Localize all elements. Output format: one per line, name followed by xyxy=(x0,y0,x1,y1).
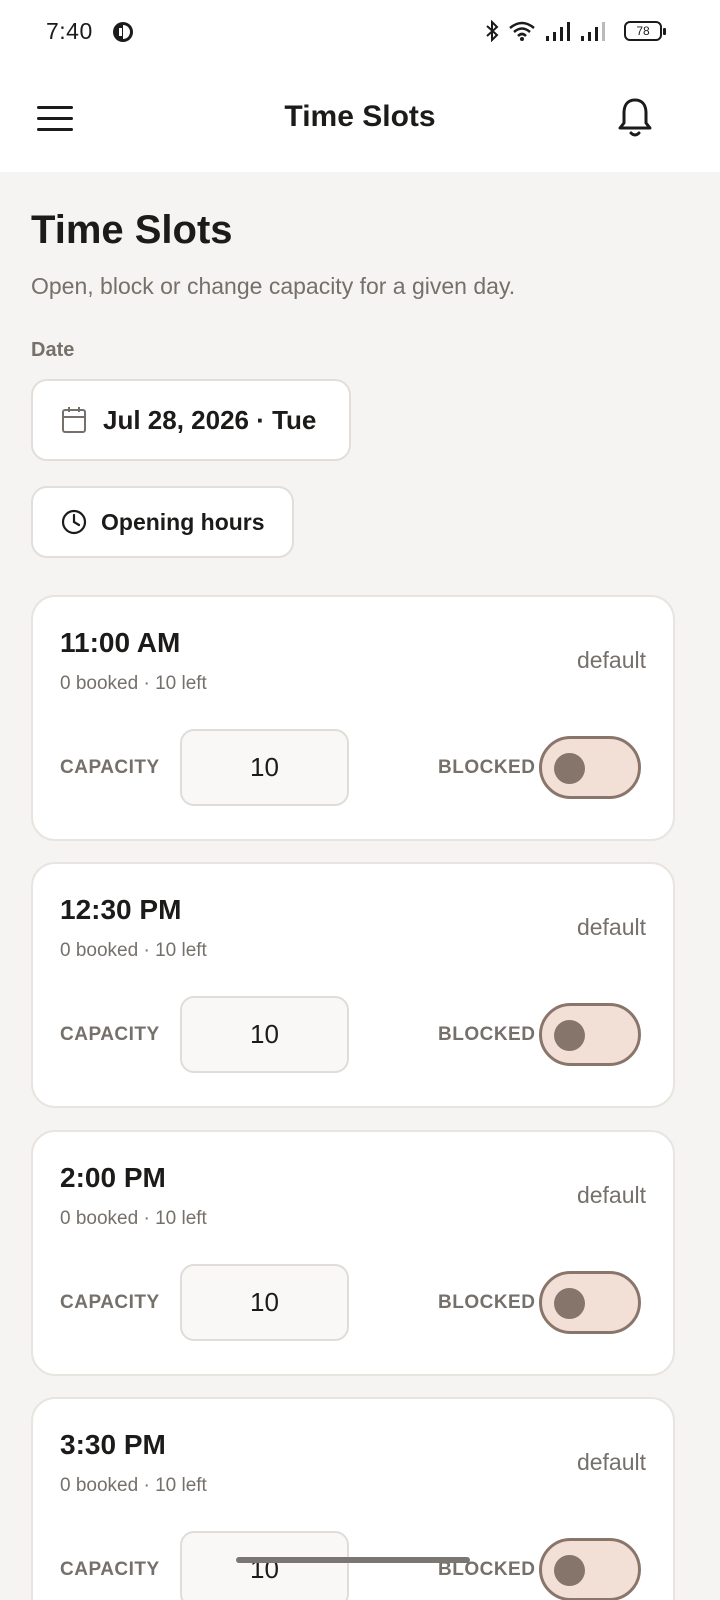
toggle-knob xyxy=(554,1020,585,1051)
slot-time: 11:00 AM xyxy=(60,627,181,658)
blocked-toggle[interactable] xyxy=(539,1271,641,1334)
opening-hours-button[interactable]: Opening hours xyxy=(31,486,294,558)
slot-booking-summary: 0 booked · 10 left xyxy=(60,1208,207,1229)
blocked-toggle[interactable] xyxy=(539,736,641,799)
slot-card: 3:30 PM 0 booked · 10 left default CAPAC… xyxy=(31,1397,675,1600)
date-label: Date xyxy=(31,339,75,361)
blocked-toggle[interactable] xyxy=(539,1003,641,1066)
slot-booking-summary: 0 booked · 10 left xyxy=(60,940,207,961)
slot-booking-summary: 0 booked · 10 left xyxy=(60,1475,207,1496)
capacity-input[interactable]: 10 xyxy=(180,996,349,1073)
slot-card: 12:30 PM 0 booked · 10 left default CAPA… xyxy=(31,862,675,1108)
capacity-input[interactable]: 10 xyxy=(180,729,349,806)
wifi-icon xyxy=(509,21,535,41)
slot-state: default xyxy=(576,647,646,673)
capacity-input[interactable]: 10 xyxy=(180,1531,349,1600)
capacity-label: CAPACITY xyxy=(60,1292,160,1313)
app-notification-icon xyxy=(113,22,133,42)
blocked-label: BLOCKED xyxy=(438,757,536,778)
slot-time: 12:30 PM xyxy=(60,894,182,925)
blocked-label: BLOCKED xyxy=(438,1292,536,1313)
slot-card: 11:00 AM 0 booked · 10 left default CAPA… xyxy=(31,595,675,841)
slot-card: 2:00 PM 0 booked · 10 left default CAPAC… xyxy=(31,1130,675,1376)
capacity-input[interactable]: 10 xyxy=(180,1264,349,1341)
signal-icon xyxy=(546,22,570,41)
toggle-knob xyxy=(554,1555,585,1586)
signal-icon xyxy=(581,22,605,41)
status-bar: 7:40 78 xyxy=(0,0,720,64)
home-indicator[interactable] xyxy=(236,1557,470,1563)
page-subtitle: Open, block or change capacity for a giv… xyxy=(31,273,516,299)
slot-state: default xyxy=(576,914,646,940)
date-picker-button[interactable]: Jul 28, 2026 · Tue xyxy=(31,379,351,461)
slot-booking-summary: 0 booked · 10 left xyxy=(60,673,207,694)
toggle-knob xyxy=(554,753,585,784)
bluetooth-icon xyxy=(486,20,499,42)
bell-icon[interactable] xyxy=(614,96,656,140)
status-time: 7:40 xyxy=(46,18,93,44)
slot-state: default xyxy=(576,1449,646,1475)
app-bar: Time Slots xyxy=(0,64,720,172)
battery-indicator: 78 xyxy=(624,21,666,41)
blocked-label: BLOCKED xyxy=(438,1024,536,1045)
blocked-toggle[interactable] xyxy=(539,1538,641,1600)
toggle-knob xyxy=(554,1288,585,1319)
app-bar-title: Time Slots xyxy=(284,100,436,133)
clock-icon xyxy=(61,509,87,535)
capacity-label: CAPACITY xyxy=(60,1559,160,1580)
capacity-label: CAPACITY xyxy=(60,1024,160,1045)
date-value: Jul 28, 2026 · Tue xyxy=(103,404,317,435)
slot-state: default xyxy=(576,1182,646,1208)
capacity-label: CAPACITY xyxy=(60,757,160,778)
calendar-icon xyxy=(62,407,86,433)
opening-hours-label: Opening hours xyxy=(101,508,265,535)
slot-time: 2:00 PM xyxy=(60,1162,166,1193)
slot-time: 3:30 PM xyxy=(60,1429,166,1460)
page-title: Time Slots xyxy=(31,208,233,252)
